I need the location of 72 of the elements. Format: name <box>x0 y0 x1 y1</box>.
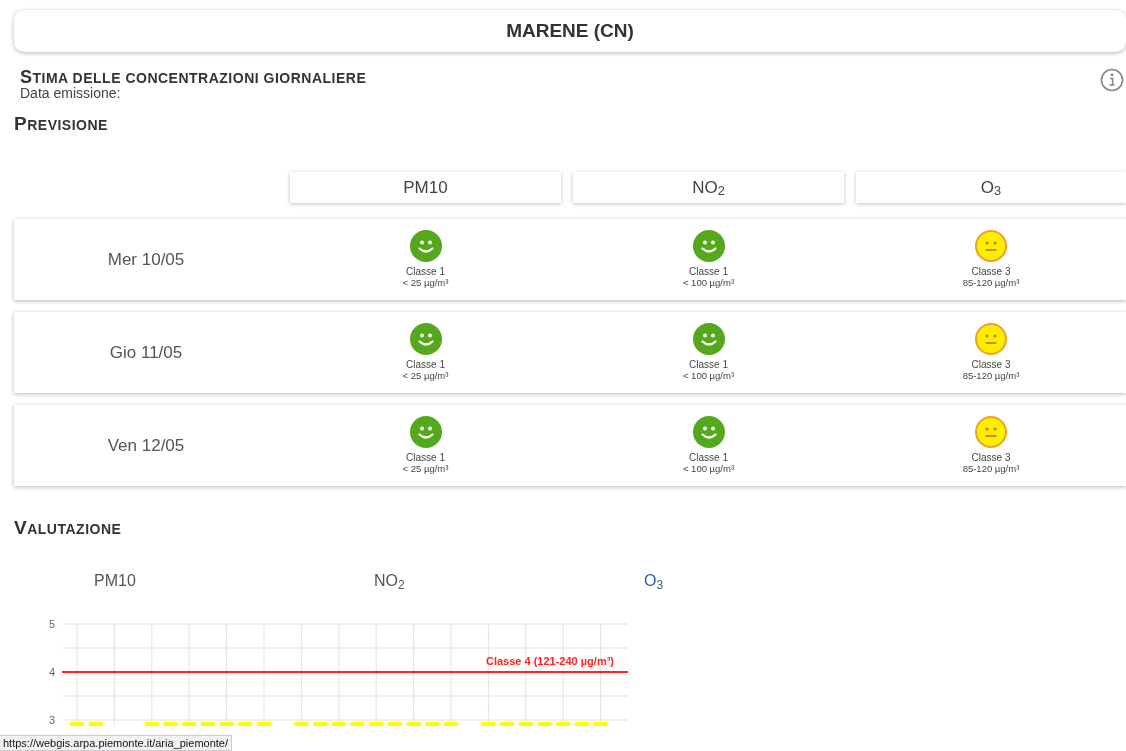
bar <box>219 722 234 727</box>
range-label: < 25 µg/m³ <box>402 463 449 474</box>
smiley-icon <box>692 323 725 356</box>
info-icon[interactable] <box>1100 68 1124 92</box>
bar <box>313 722 328 727</box>
bar <box>444 722 458 727</box>
bar <box>574 722 589 727</box>
bar <box>350 722 365 727</box>
pollutant-header: PM10 <box>290 172 561 204</box>
class-label: Classe 1 <box>689 360 728 371</box>
range-label: < 100 µg/m³ <box>682 277 735 288</box>
bar <box>88 722 103 727</box>
smiley-icon <box>409 416 442 449</box>
bar <box>500 722 515 727</box>
bar <box>387 722 402 727</box>
pollutant-tab[interactable]: PM10 <box>94 569 136 594</box>
range-label: 85-120 µg/m³ <box>962 277 1020 288</box>
axis-tick-label: 5 <box>48 618 55 631</box>
bar <box>70 722 84 727</box>
bar <box>200 722 215 727</box>
bar <box>163 722 178 727</box>
bar <box>294 722 309 727</box>
bar <box>425 722 440 727</box>
smiley-icon <box>692 416 725 449</box>
axis-tick-label: 4 <box>48 666 55 679</box>
smiley-icon <box>409 230 442 263</box>
pollutant-tab[interactable]: NO$_{2}$ <box>374 569 405 594</box>
range-label: < 100 µg/m³ <box>682 370 735 381</box>
bar <box>556 722 571 727</box>
neutral-face-icon <box>975 323 1007 356</box>
bar <box>238 722 253 727</box>
bar <box>481 722 496 727</box>
bar <box>537 722 552 727</box>
class-label: Classe 3 <box>971 267 1011 278</box>
pollutant-header: O$_{3}$ <box>856 172 1126 204</box>
range-label: < 100 µg/m³ <box>682 463 735 474</box>
bar <box>518 722 533 727</box>
emission-date-label: Data emissione: <box>20 86 122 102</box>
bar <box>182 722 197 727</box>
class-label: Classe 3 <box>971 453 1011 464</box>
class-label: Classe 1 <box>406 453 445 464</box>
section-heading: VALUTAZIONE <box>14 518 123 538</box>
pollutant-tab[interactable]: O$_{3}$ <box>644 569 664 594</box>
bar <box>369 722 384 727</box>
range-label: < 25 µg/m³ <box>402 370 449 381</box>
class-label: Classe 1 <box>689 267 728 278</box>
date-label: Gio 11/05 <box>108 342 184 365</box>
section-heading: PREVISIONE <box>14 114 109 134</box>
date-label: Mer 10/05 <box>106 249 186 272</box>
bar <box>406 722 421 727</box>
class-label: Classe 3 <box>971 360 1011 371</box>
axis-tick-label: 3 <box>48 714 55 727</box>
section-heading: STIMA DELLE CONCENTRAZIONI GIORNALIERE <box>20 68 367 86</box>
bar <box>144 722 159 727</box>
class-label: Classe 1 <box>689 453 728 464</box>
smiley-icon <box>409 323 442 356</box>
threshold-label: Classe 4 (121-240 µg/m³) <box>486 655 614 668</box>
range-label: 85-120 µg/m³ <box>962 370 1020 381</box>
pollutant-header: NO$_{2}$ <box>573 172 844 204</box>
neutral-face-icon <box>975 230 1007 263</box>
class-label: Classe 1 <box>406 360 445 371</box>
bar <box>331 722 346 727</box>
bar <box>257 722 271 727</box>
smiley-icon <box>692 230 725 263</box>
status-url: https://webgis.arpa.piemonte.it/aria_piemonte/ <box>0 735 233 751</box>
date-label: Ven 12/05 <box>106 435 186 458</box>
neutral-face-icon <box>975 416 1007 449</box>
range-label: < 25 µg/m³ <box>402 277 449 288</box>
range-label: 85-120 µg/m³ <box>962 463 1020 474</box>
station-title: MARENE (CN) <box>14 10 1126 52</box>
class-label: Classe 1 <box>406 267 445 278</box>
bar <box>593 722 608 727</box>
